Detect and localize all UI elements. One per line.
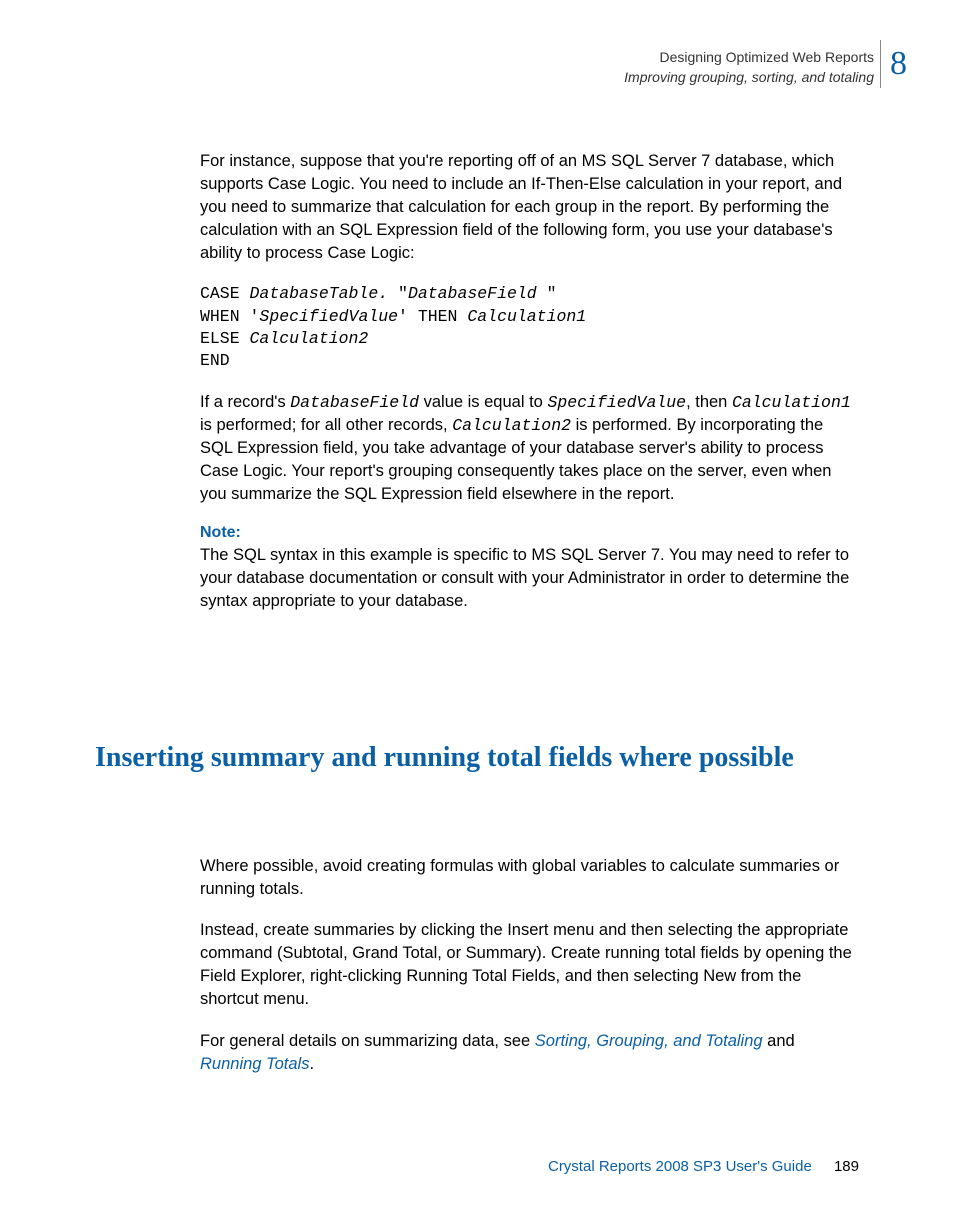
note-body: The SQL syntax in this example is specif… [200, 544, 859, 613]
body-content-lower: Where possible, avoid creating formulas … [200, 855, 859, 1094]
page-number: 189 [834, 1158, 859, 1175]
body-content-upper: For instance, suppose that you're report… [200, 150, 859, 631]
chapter-title: Designing Optimized Web Reports [659, 49, 874, 65]
chapter-number-badge: 8 [880, 40, 916, 88]
paragraph: For instance, suppose that you're report… [200, 150, 859, 265]
guide-title: Crystal Reports 2008 SP3 User's Guide [548, 1158, 812, 1175]
link-sorting-grouping-totaling[interactable]: Sorting, Grouping, and Totaling [535, 1032, 763, 1050]
paragraph: Instead, create summaries by clicking th… [200, 919, 859, 1011]
section-title: Improving grouping, sorting, and totalin… [624, 68, 874, 88]
paragraph: If a record's DatabaseField value is equ… [200, 391, 859, 506]
running-header: Designing Optimized Web Reports Improvin… [624, 48, 874, 87]
note-label: Note: [200, 524, 859, 542]
paragraph: For general details on summarizing data,… [200, 1030, 859, 1076]
section-heading: Inserting summary and running total fiel… [95, 740, 859, 775]
footer: Crystal Reports 2008 SP3 User's Guide 18… [548, 1158, 859, 1175]
link-running-totals[interactable]: Running Totals [200, 1055, 309, 1073]
chapter-number: 8 [890, 45, 907, 83]
code-block: CASE DatabaseTable. "DatabaseField " WHE… [200, 283, 859, 372]
paragraph: Where possible, avoid creating formulas … [200, 855, 859, 901]
